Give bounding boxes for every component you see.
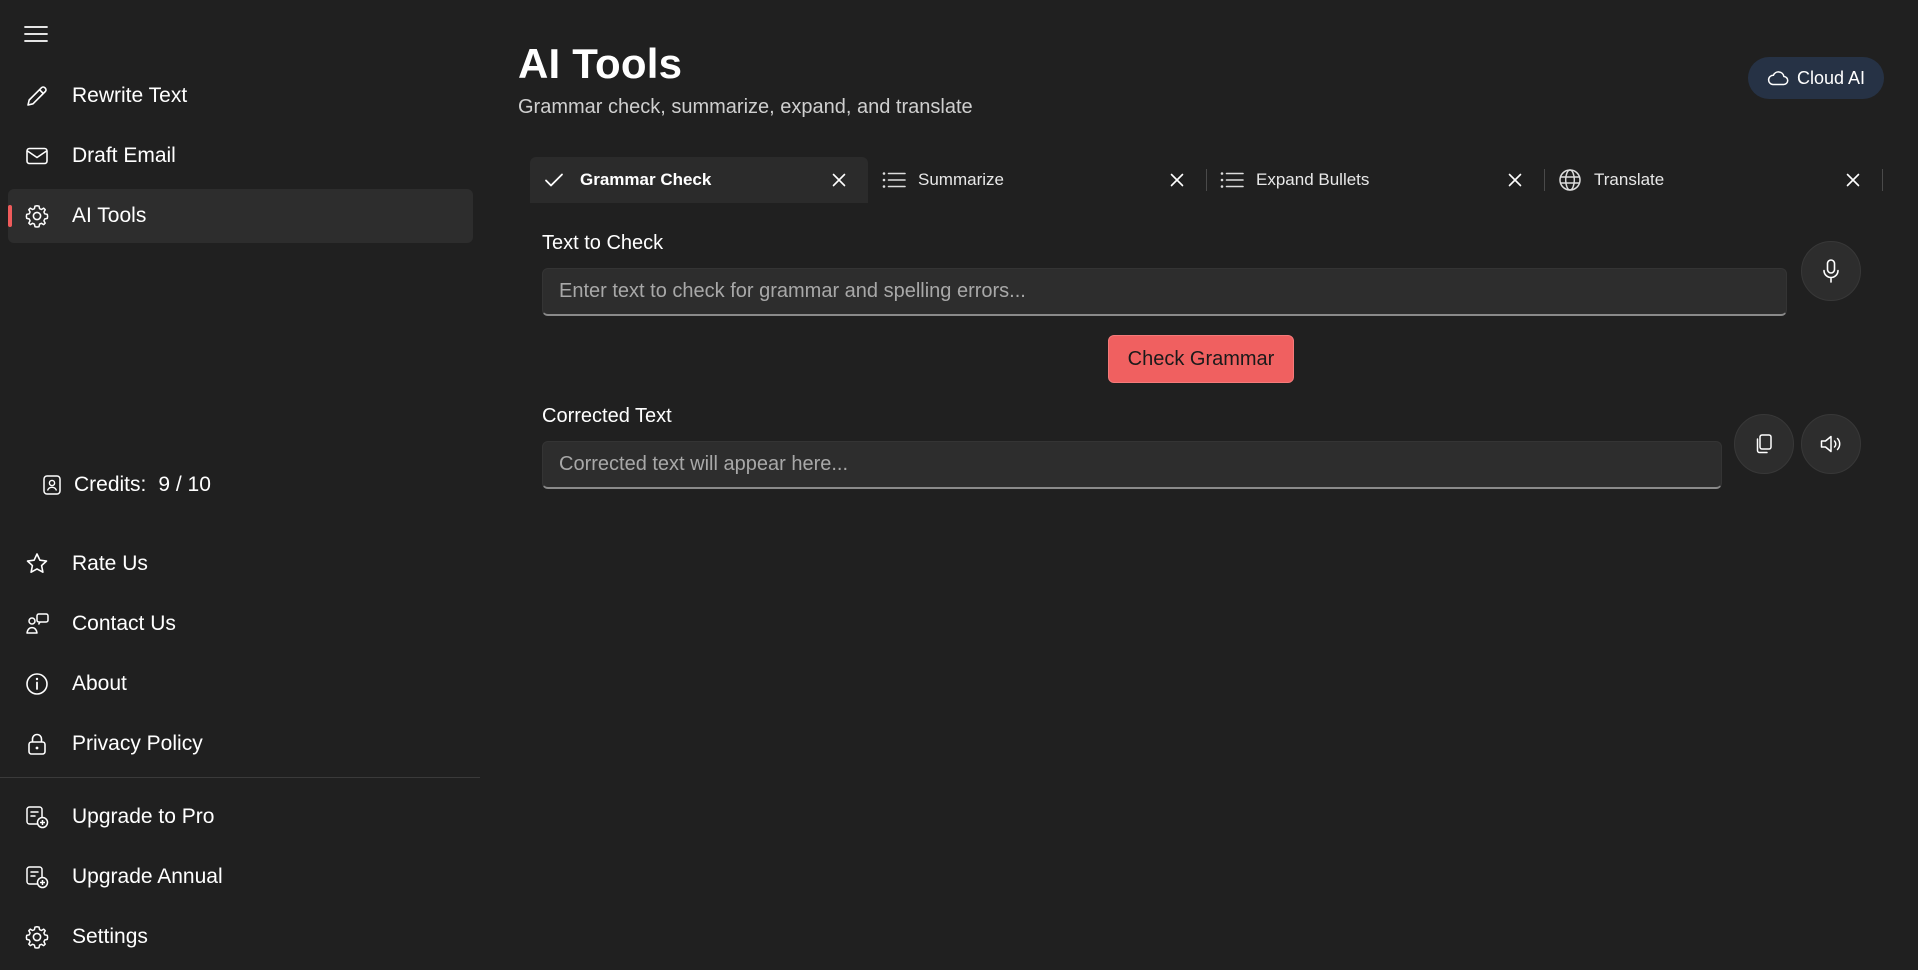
input-label: Text to Check (542, 232, 664, 254)
sidebar-item-rate-us[interactable]: Rate Us (8, 537, 473, 591)
sidebar-item-draft-email[interactable]: Draft Email (8, 129, 473, 183)
cloud-ai-badge[interactable]: Cloud AI (1748, 57, 1884, 99)
credits-display: Credits: 9 / 10 (42, 468, 211, 502)
sidebar-item-label: Rate Us (72, 552, 148, 575)
sidebar-item-about[interactable]: About (8, 657, 473, 711)
credits-label: Credits: (74, 473, 147, 496)
close-icon[interactable] (1166, 169, 1188, 191)
info-icon (8, 671, 64, 697)
microphone-icon (1823, 259, 1839, 283)
sidebar-item-settings[interactable]: Settings (8, 910, 473, 964)
sidebar-item-label: Upgrade to Pro (72, 805, 215, 828)
upgrade-icon (8, 804, 64, 830)
contact-icon (8, 611, 64, 637)
tab-grammar-check[interactable]: Grammar Check (530, 157, 868, 203)
sidebar-item-label: Privacy Policy (72, 732, 203, 755)
cloud-icon (1767, 71, 1789, 86)
close-icon[interactable] (828, 169, 850, 191)
cloud-ai-label: Cloud AI (1796, 67, 1866, 88)
tool-tabs: Grammar Check Summarize Expand Bullets T… (530, 157, 1883, 203)
sidebar-divider (0, 777, 480, 778)
copy-button[interactable] (1734, 414, 1794, 474)
sidebar-item-upgrade-annual[interactable]: Upgrade Annual (8, 850, 473, 904)
sidebar-item-label: Settings (72, 925, 148, 948)
gear-icon (8, 924, 64, 950)
tab-separator (1882, 169, 1883, 191)
sidebar-item-label: Rewrite Text (72, 84, 188, 107)
sidebar-item-rewrite-text[interactable]: Rewrite Text (8, 69, 473, 123)
upgrade-icon (8, 864, 64, 890)
close-icon[interactable] (1842, 169, 1864, 191)
output-label: Corrected Text (542, 405, 672, 427)
hamburger-menu-button[interactable] (12, 14, 60, 54)
list-icon (1220, 169, 1246, 191)
credits-value: 9 / 10 (158, 473, 211, 496)
list-icon (882, 169, 908, 191)
tab-label: Translate (1594, 170, 1665, 189)
page-title: AI Tools (518, 40, 683, 87)
sidebar-item-label: AI Tools (72, 204, 147, 227)
tab-label: Summarize (918, 170, 1004, 189)
sidebar-item-privacy-policy[interactable]: Privacy Policy (8, 717, 473, 771)
check-icon (544, 169, 570, 191)
sidebar-item-label: Draft Email (72, 144, 176, 167)
page-subtitle: Grammar check, summarize, expand, and tr… (518, 96, 973, 118)
tab-expand-bullets[interactable]: Expand Bullets (1206, 157, 1545, 203)
tab-summarize[interactable]: Summarize (868, 157, 1207, 203)
sidebar-item-ai-tools[interactable]: AI Tools (8, 189, 473, 243)
read-aloud-button[interactable] (1801, 414, 1861, 474)
app-window: Rewrite Text Draft Email AI Tools Credit… (0, 0, 1918, 970)
hamburger-icon (24, 26, 48, 42)
copy-icon (1756, 434, 1772, 454)
mail-icon (8, 143, 64, 169)
check-grammar-button[interactable]: Check Grammar (1108, 335, 1294, 383)
tab-label: Expand Bullets (1256, 170, 1370, 189)
sidebar-item-upgrade-to-pro[interactable]: Upgrade to Pro (8, 790, 473, 844)
corrected-text-output[interactable] (542, 441, 1722, 489)
lock-icon (8, 731, 64, 757)
sidebar: Rewrite Text Draft Email AI Tools Credit… (0, 0, 480, 970)
text-to-check-input[interactable] (542, 268, 1787, 316)
pencil-icon (8, 83, 64, 109)
tab-label: Grammar Check (580, 170, 712, 189)
globe-icon (1558, 169, 1584, 191)
sidebar-item-label: Contact Us (72, 612, 176, 635)
credits-icon (42, 474, 62, 496)
sidebar-item-contact-us[interactable]: Contact Us (8, 597, 473, 651)
microphone-button[interactable] (1801, 241, 1861, 301)
close-icon[interactable] (1504, 169, 1526, 191)
speaker-icon (1820, 435, 1841, 453)
tab-translate[interactable]: Translate (1544, 157, 1883, 203)
gear-icon (8, 203, 64, 229)
sidebar-item-label: About (72, 672, 127, 695)
star-icon (8, 551, 64, 577)
sidebar-item-label: Upgrade Annual (72, 865, 223, 888)
